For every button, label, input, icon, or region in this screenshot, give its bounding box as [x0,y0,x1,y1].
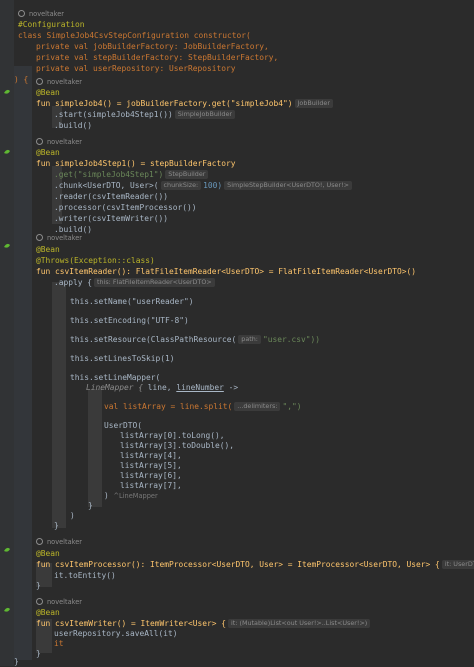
fun-simpleJob4Step1: fun simpleJob4Step1() = stepBuilderFacto… [36,159,236,168]
bean-gutter-icon[interactable] [3,242,11,250]
setResource-call: this.setResource(ClassPathResource(path:… [70,335,320,344]
author-hint[interactable]: noveltaker [36,138,82,147]
bean-gutter-icon[interactable] [3,546,11,554]
bean-gutter-icon[interactable] [3,148,11,156]
editor-gutter[interactable] [0,0,14,666]
bean-annotation: @Bean [36,608,60,617]
bean-gutter-icon[interactable] [3,88,11,96]
build-call: .build() [54,121,93,130]
bean-annotation: @Bean [36,148,60,157]
ctor-param-jobBuilderFactory: private val jobBuilderFactory: JobBuilde… [36,42,269,51]
scope-linemapper [88,389,102,507]
apply-close: } [54,521,59,530]
processor-call: .processor(csvItemProcessor()) [54,203,197,212]
lambda-param-hint: it: (Mutable)List<out User!>..List<User!… [228,619,371,628]
configuration-annotation: #Configuration [18,20,85,29]
saveAll-call: userRepository.saveAll(it) [54,629,178,638]
author-avatar-icon [36,138,43,145]
it-return: it [54,639,64,648]
class-declaration: class SimpleJob4CsvStepConfiguration con… [18,31,251,40]
param-hint: path: [238,335,261,344]
setName-call: this.setName("userReader") [70,297,194,306]
author-avatar-icon [18,10,25,17]
author-hint[interactable]: noveltaker [36,234,82,243]
type-hint: SimpleStepBuilder<UserDTO!, User!> [224,181,353,190]
setEncoding-call: this.setEncoding("UTF-8") [70,316,189,325]
userdto-close: ) ^LineMapper [104,491,158,500]
return-hint: ^LineMapper [113,492,158,500]
reader-call: .reader(csvItemReader()) [54,192,169,201]
author-avatar-icon [36,78,43,85]
ctor-param-stepBuilderFactory: private val stepBuilderFactory: StepBuil… [36,53,279,62]
writer-call: .writer(csvItemWriter()) [54,214,169,223]
linemapper-lambda: LineMapper { line, lineNumber -> [86,383,239,392]
toEntity-call: it.toEntity() [54,571,116,580]
author-avatar-icon [36,598,43,605]
scope-apply [52,282,66,528]
processor-close: } [36,581,41,590]
split-call: val listArray = line.split(...delimiters… [104,402,302,411]
writer-close: } [36,649,41,658]
start-call: .start(simpleJob4Step1()) SimpleJobBuilde… [54,109,237,120]
setLineMapper-close: ) [70,511,75,520]
class-brace-open: ) { [14,75,29,84]
type-hint: JobBuilder [294,99,333,108]
bean-annotation: @Bean [36,245,60,254]
ctor-param-userRepository: private val userRepository: UserReposito… [36,64,236,73]
throws-annotation: @Throws(Exception::class) [36,256,155,265]
author-avatar-icon [36,538,43,545]
bean-gutter-icon[interactable] [3,606,11,614]
lambda-close: } [88,501,93,510]
type-hint: SimpleJobBuilder [174,110,236,119]
apply-call: .apply {this: FlatFileItemReader<UserDTO… [54,277,217,288]
bean-annotation: @Bean [36,88,60,97]
class-body-scope [14,66,32,660]
author-hint[interactable]: noveltaker [36,538,82,547]
get-call: .get("simpleJob4Step1") StepBuilder [54,169,210,180]
fun-csvItemProcessor: fun csvItemProcessor(): ItemProcessor<Us… [36,559,474,570]
fun-simpleJob4: fun simpleJob4() = jobBuilderFactory.get… [36,98,335,109]
class-brace-close: } [14,657,19,666]
chunk-call: .chunk<UserDTO, User>(chunkSize: 100) Simp… [54,180,354,191]
author-avatar-icon [36,234,43,241]
author-hint[interactable]: noveltaker [36,78,82,87]
bean-annotation: @Bean [36,549,60,558]
param-hint: chunkSize: [160,181,202,190]
author-hint[interactable]: noveltaker [18,10,64,19]
code-editor[interactable]: noveltaker noveltaker noveltaker novelta… [0,0,474,666]
setLinesToSkip-call: this.setLinesToSkip(1) [70,354,175,363]
receiver-hint: this: FlatFileItemReader<UserDTO> [94,278,215,287]
fun-csvItemReader: fun csvItemReader(): FlatFileItemReader<… [36,267,417,276]
type-hint: StepBuilder [165,170,209,179]
param-hint: ...delimiters: [234,402,281,411]
lambda-param-hint: it: UserDTO [441,560,474,569]
build-call: .build() [54,225,93,234]
author-hint[interactable]: noveltaker [36,598,82,607]
